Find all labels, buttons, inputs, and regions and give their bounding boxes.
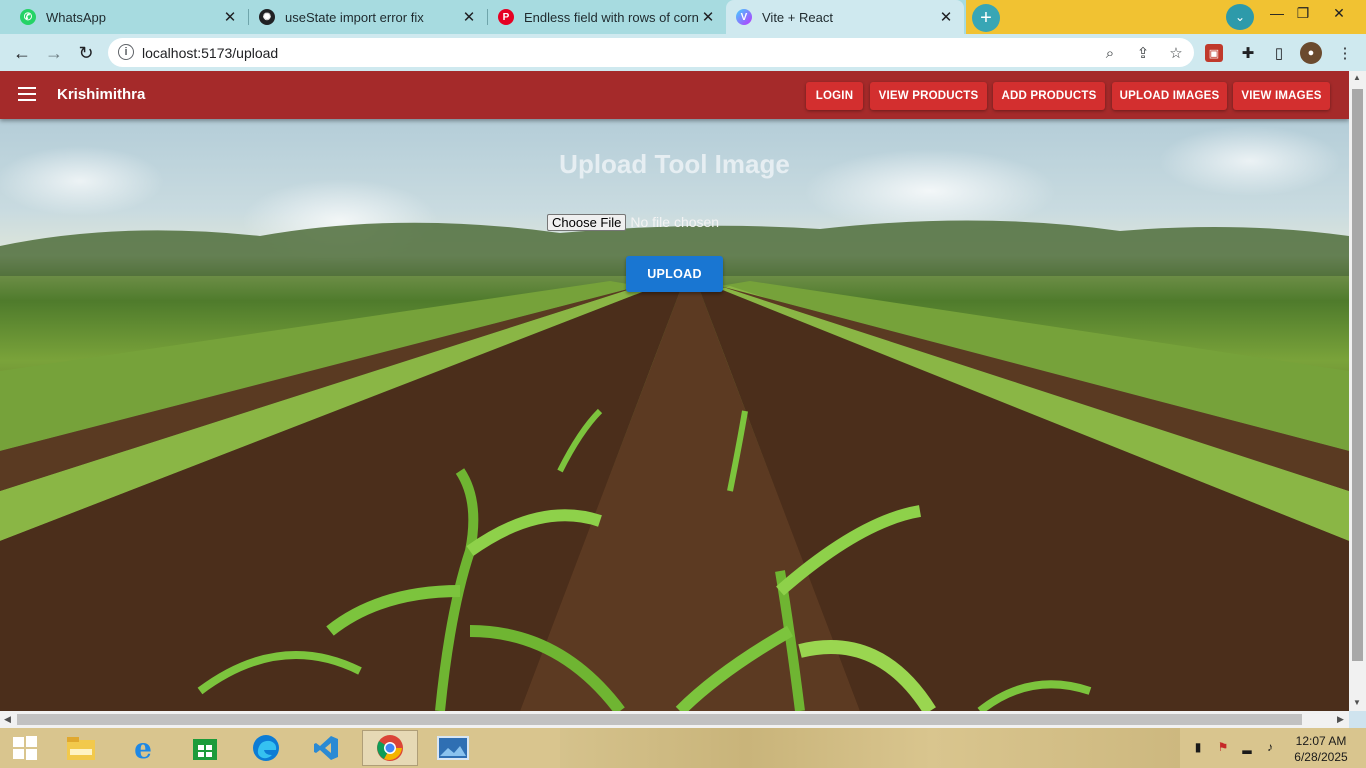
add-products-button[interactable]: ADD PRODUCTS bbox=[993, 82, 1105, 110]
whatsapp-icon: ✆ bbox=[20, 9, 36, 25]
menu-dots-icon[interactable]: ⋮ bbox=[1334, 42, 1356, 64]
start-windows-icon[interactable] bbox=[5, 730, 45, 766]
upload-button[interactable]: UPLOAD bbox=[626, 256, 723, 292]
scroll-left-icon[interactable]: ◀ bbox=[4, 714, 11, 725]
tab-title: WhatsApp bbox=[46, 9, 106, 25]
url-text[interactable]: localhost:5173/upload bbox=[142, 45, 278, 61]
scroll-up-icon[interactable]: ▲ bbox=[1353, 73, 1361, 82]
address-bar[interactable]: i localhost:5173/upload ⌕ ⇪ ☆ bbox=[108, 38, 1194, 67]
windows-taskbar: e ▮ ⚑ ▂ ♪ 12:07 AM 6/28/2025 bbox=[0, 728, 1366, 768]
tab-pinterest[interactable]: P Endless field with rows of corn pl ✕ bbox=[488, 0, 726, 34]
tab-title: Vite + React bbox=[762, 9, 833, 25]
reload-icon[interactable]: ↻ bbox=[73, 40, 99, 66]
tab-title: useState import error fix bbox=[285, 9, 424, 25]
browser-tab-strip: ✆ WhatsApp ✕ ✺ useState import error fix… bbox=[0, 0, 1366, 34]
bookmark-star-icon[interactable]: ☆ bbox=[1166, 43, 1186, 63]
close-icon[interactable]: ✕ bbox=[222, 9, 238, 26]
tab-title: Endless field with rows of corn pl bbox=[524, 9, 700, 25]
file-input[interactable]: Choose File No file chosen bbox=[547, 213, 719, 231]
close-icon[interactable]: ✕ bbox=[461, 9, 477, 26]
chrome-icon[interactable] bbox=[362, 730, 418, 766]
network-adapter-icon[interactable]: ▮ bbox=[1190, 739, 1206, 755]
close-icon[interactable]: ✕ bbox=[700, 9, 716, 26]
scroll-right-icon[interactable]: ▶ bbox=[1337, 714, 1344, 725]
clock-date: 6/28/2025 bbox=[1294, 750, 1348, 764]
vertical-scroll-thumb[interactable] bbox=[1352, 89, 1363, 661]
brand-title: Krishimithra bbox=[57, 86, 146, 103]
store-icon[interactable] bbox=[185, 730, 225, 766]
close-icon[interactable]: ✕ bbox=[938, 9, 954, 26]
action-center-warning-icon[interactable]: ⚑ bbox=[1215, 739, 1231, 755]
restore-icon[interactable]: ❐ bbox=[1288, 2, 1318, 24]
app-navbar: Krishimithra LOGIN VIEW PRODUCTS ADD PRO… bbox=[0, 71, 1349, 119]
back-icon[interactable]: ← bbox=[9, 40, 35, 66]
clock-time: 12:07 AM bbox=[1295, 734, 1347, 748]
view-images-button[interactable]: VIEW IMAGES bbox=[1233, 82, 1330, 110]
photos-app-icon[interactable] bbox=[424, 730, 482, 766]
tab-search-icon[interactable]: ⌄ bbox=[1226, 4, 1254, 30]
volume-icon[interactable]: ♪ bbox=[1262, 739, 1278, 755]
extension-icon[interactable]: ▣ bbox=[1205, 44, 1223, 62]
internet-explorer-icon[interactable]: e bbox=[123, 730, 163, 766]
side-panel-icon[interactable]: ▯ bbox=[1268, 42, 1290, 64]
view-products-button[interactable]: VIEW PRODUCTS bbox=[870, 82, 987, 110]
file-status-text: No file chosen bbox=[630, 214, 720, 230]
tab-usestate[interactable]: ✺ useState import error fix ✕ bbox=[249, 0, 487, 34]
signal-icon[interactable]: ▂ bbox=[1239, 739, 1255, 755]
zoom-icon[interactable]: ⌕ bbox=[1100, 43, 1120, 63]
new-tab-button[interactable]: + bbox=[972, 4, 1000, 32]
page-title: Upload Tool Image bbox=[559, 149, 790, 179]
forward-icon[interactable]: → bbox=[41, 40, 67, 66]
tab-whatsapp[interactable]: ✆ WhatsApp ✕ bbox=[0, 0, 248, 34]
window-close-icon[interactable]: ✕ bbox=[1324, 2, 1354, 24]
horizontal-scroll-thumb[interactable] bbox=[17, 714, 1302, 725]
upload-images-button[interactable]: UPLOAD IMAGES bbox=[1112, 82, 1227, 110]
share-icon[interactable]: ⇪ bbox=[1133, 43, 1153, 63]
vite-icon: V bbox=[736, 9, 752, 25]
profile-avatar[interactable]: ● bbox=[1300, 42, 1322, 64]
vscode-icon[interactable] bbox=[306, 730, 346, 766]
pinterest-icon: P bbox=[498, 9, 514, 25]
tab-vite-react[interactable]: V Vite + React ✕ bbox=[726, 0, 964, 34]
edge-icon[interactable] bbox=[246, 730, 286, 766]
system-clock[interactable]: 12:07 AM 6/28/2025 bbox=[1290, 733, 1352, 765]
file-explorer-icon[interactable] bbox=[61, 730, 101, 766]
choose-file-button[interactable]: Choose File bbox=[547, 213, 627, 231]
horizontal-scrollbar[interactable]: ◀ ▶ bbox=[0, 711, 1349, 728]
site-info-icon[interactable]: i bbox=[118, 44, 134, 60]
page-viewport: Krishimithra LOGIN VIEW PRODUCTS ADD PRO… bbox=[0, 71, 1349, 711]
hamburger-menu-icon[interactable] bbox=[18, 87, 36, 101]
extensions-puzzle-icon[interactable]: ✚ bbox=[1237, 42, 1259, 64]
chatgpt-icon: ✺ bbox=[259, 9, 275, 25]
vertical-scrollbar[interactable]: ▲ ▼ bbox=[1349, 71, 1366, 711]
browser-toolbar: ← → ↻ i localhost:5173/upload ⌕ ⇪ ☆ ▣ ✚ … bbox=[0, 34, 1366, 71]
login-button[interactable]: LOGIN bbox=[806, 82, 863, 110]
scroll-down-icon[interactable]: ▼ bbox=[1353, 698, 1361, 707]
